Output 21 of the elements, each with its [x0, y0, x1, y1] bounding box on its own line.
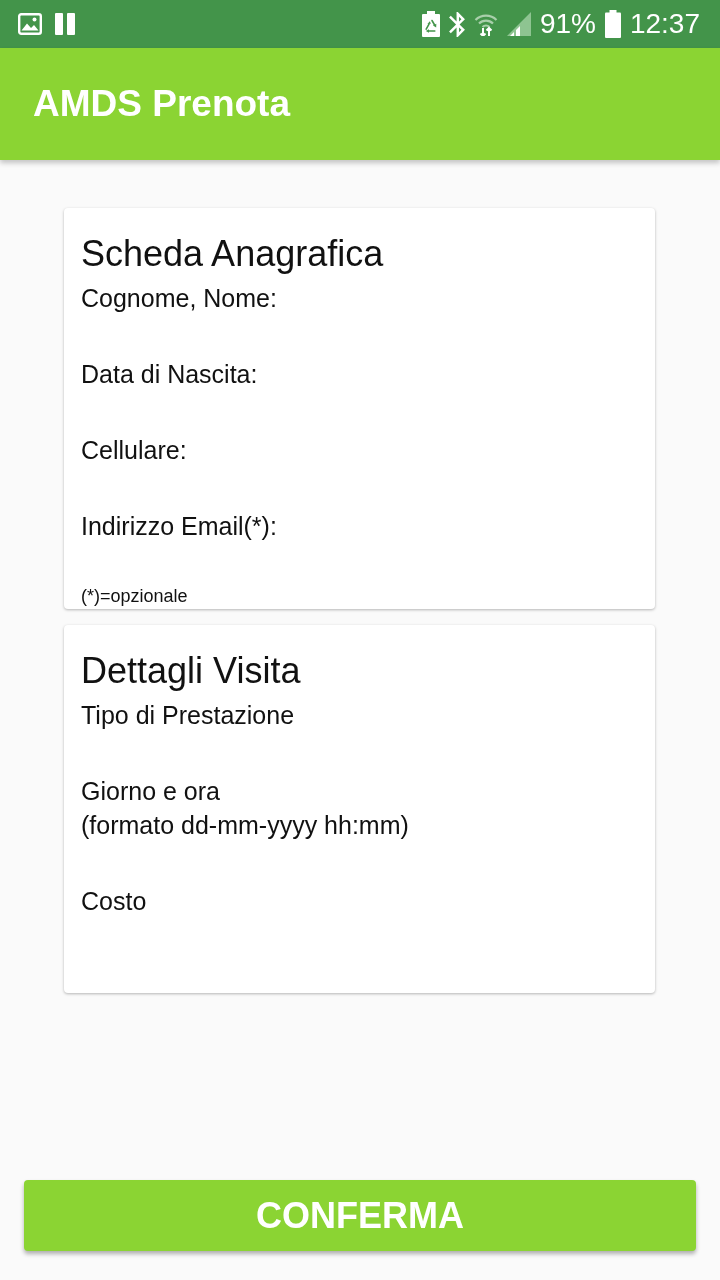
confirm-button[interactable]: CONFERMA [24, 1180, 696, 1251]
signal-icon [506, 12, 531, 36]
field-label: Indirizzo Email(*): [81, 511, 278, 542]
battery-recycle-icon [421, 11, 440, 37]
field-label: Cognome, Nome: [81, 283, 278, 314]
wifi-icon [473, 12, 498, 36]
battery-icon [604, 10, 621, 38]
pause-icon [55, 13, 75, 35]
clock-time: 12:37 [629, 8, 700, 40]
app-title: AMDS Prenota [33, 82, 290, 126]
field-label: Data di Nascita: [81, 359, 259, 390]
field-label: Costo [81, 886, 148, 917]
card-title: Scheda Anagrafica [81, 232, 385, 276]
battery-percent: 91% [539, 8, 596, 40]
bluetooth-icon [448, 11, 465, 37]
card-title: Dettagli Visita [81, 649, 302, 693]
footnote-text: (*)=opzionale [81, 585, 189, 607]
image-icon [18, 13, 42, 35]
field-label: Tipo di Prestazione [81, 700, 296, 731]
field-label: Giorno e ora (formato dd-mm-yyyy hh:mm) [81, 776, 410, 841]
field-label: Cellulare: [81, 435, 188, 466]
